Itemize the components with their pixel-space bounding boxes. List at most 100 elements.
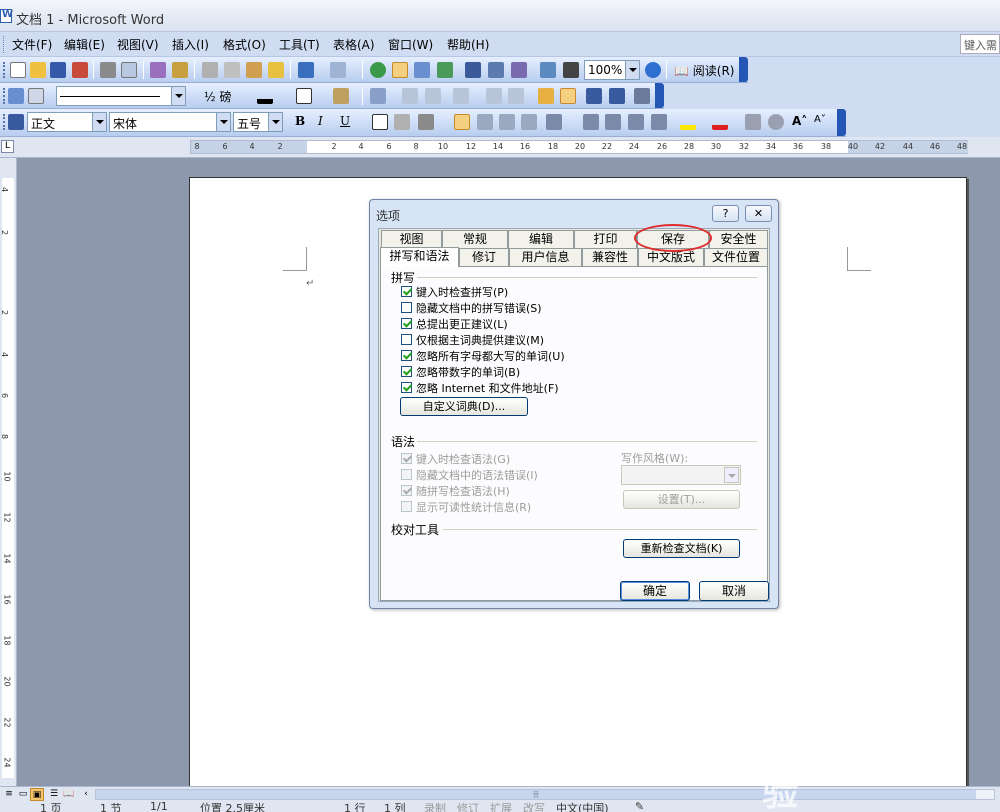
tab-security[interactable]: 安全性 [709,230,768,248]
check-grammar-with-spelling[interactable]: 随拼写检查语法(H) [401,483,510,498]
toolbar-grip[interactable] [3,62,6,78]
format-painter-icon[interactable] [268,62,284,78]
grow-font-icon[interactable]: A˄ [792,114,807,128]
border-color-icon[interactable] [257,88,273,104]
grammar-settings-button[interactable]: 设置(T)... [623,490,740,509]
thumbnails-icon[interactable] [540,62,556,78]
suggest-from-main-dictionary[interactable]: 仅根据主词典提供建议(M) [401,332,544,347]
menu-help[interactable]: 帮助(H) [447,36,489,53]
insert-excel-icon[interactable] [437,62,453,78]
close-icon[interactable]: ✕ [745,205,772,222]
tab-user-info[interactable]: 用户信息 [509,248,582,266]
tab-file-locations[interactable]: 文件位置 [704,248,768,266]
menu-edit[interactable]: 编辑(E) [64,36,105,53]
character-shading-icon[interactable] [394,114,410,130]
chevron-down-icon[interactable] [92,113,106,131]
toolbar-grip[interactable] [3,88,6,104]
outside-border-icon[interactable] [296,88,312,104]
menu-format[interactable]: 格式(O) [223,36,266,53]
line-style-select[interactable] [56,86,186,106]
check-spelling-as-you-type[interactable]: 键入时检查拼写(P) [401,284,508,299]
font-select[interactable]: 宋体 [109,112,231,132]
chevron-down-icon[interactable] [216,113,230,131]
normal-view-icon[interactable]: ≡ [2,788,16,801]
ignore-uppercase-words[interactable]: 忽略所有字母都大写的单词(U) [401,348,565,363]
recheck-document-button[interactable]: 重新检查文档(K) [623,539,740,558]
toolbar-options-icon[interactable] [739,57,748,82]
checkbox[interactable] [401,501,412,512]
research-icon[interactable] [172,62,188,78]
align-justify-icon[interactable] [454,114,470,130]
tab-track-changes[interactable]: 修订 [459,248,509,266]
menu-grip[interactable] [3,36,6,53]
tab-general[interactable]: 常规 [442,230,508,248]
chevron-down-icon[interactable] [625,61,639,79]
autoformat-icon[interactable] [538,88,554,104]
show-readability-statistics[interactable]: 显示可读性统计信息(R) [401,499,531,514]
check-grammar-as-you-type[interactable]: 键入时检查语法(G) [401,451,510,466]
split-cells-icon[interactable] [425,88,441,104]
autosum-icon[interactable] [634,88,650,104]
show-hide-icon[interactable] [563,62,579,78]
eraser-icon[interactable] [28,88,44,104]
menu-file[interactable]: 文件(F) [12,36,52,53]
checkbox[interactable] [401,485,412,496]
align-right-icon[interactable] [499,114,515,130]
spelling-icon[interactable] [150,62,166,78]
status-record[interactable]: 录制 [424,802,446,812]
outline-view-icon[interactable]: ☰ [47,788,61,801]
reading-view-icon[interactable]: 📖 [62,788,76,801]
line-spacing-icon[interactable] [546,114,562,130]
custom-dictionaries-button[interactable]: 自定义词典(D)... [400,397,528,416]
numbering-icon[interactable] [583,114,599,130]
permission-icon[interactable] [72,62,88,78]
align-icon[interactable] [453,88,469,104]
tab-spelling-grammar[interactable]: 拼写和语法 [380,247,459,267]
print-icon[interactable] [100,62,116,78]
decrease-indent-icon[interactable] [628,114,644,130]
ignore-internet-addresses[interactable]: 忽略 Internet 和文件地址(F) [401,380,559,395]
sort-descending-icon[interactable] [609,88,625,104]
tab-selector[interactable]: L [1,140,14,153]
shading-color-icon[interactable] [333,88,349,104]
undo-icon[interactable] [298,62,314,78]
copy-icon[interactable] [224,62,240,78]
shrink-font-icon[interactable]: A˅ [814,114,826,125]
menu-table[interactable]: 表格(A) [333,36,375,53]
bold-icon[interactable]: B [295,114,305,128]
help-icon[interactable] [645,62,661,78]
document-map-icon[interactable] [511,62,527,78]
menu-window[interactable]: 窗口(W) [388,36,433,53]
print-preview-icon[interactable] [121,62,137,78]
italic-icon[interactable]: I [318,114,323,128]
bullets-icon[interactable] [605,114,621,130]
checkbox[interactable] [401,382,412,393]
toolbar-options-icon[interactable] [837,109,846,136]
cancel-button[interactable]: 取消 [699,581,769,601]
enclose-characters-icon[interactable] [768,114,784,130]
toolbar-options-icon[interactable] [655,83,664,108]
underline-icon[interactable]: U [340,114,350,128]
writing-style-select[interactable] [621,465,741,485]
checkbox[interactable] [401,366,412,377]
increase-indent-icon[interactable] [651,114,667,130]
chevron-down-icon[interactable] [724,467,739,483]
drawing-icon[interactable] [488,62,504,78]
cut-icon[interactable] [202,62,218,78]
open-folder-icon[interactable] [30,62,46,78]
hyperlink-icon[interactable] [370,62,386,78]
draw-table-icon[interactable] [8,88,24,104]
hide-grammar-errors[interactable]: 隐藏文档中的语法错误(I) [401,467,538,482]
read-mode-button[interactable]: 📖 阅读(R) [674,62,734,79]
font-size-select[interactable]: 五号 [233,112,283,132]
toolbar-grip[interactable] [3,114,6,130]
status-track[interactable]: 修订 [457,802,479,812]
checkbox[interactable] [401,334,412,345]
ok-button[interactable]: 确定 [620,581,690,601]
checkbox[interactable] [401,286,412,297]
redo-icon[interactable] [330,62,346,78]
checkbox[interactable] [401,453,412,464]
phonetic-guide-icon[interactable] [745,114,761,130]
highlight-icon[interactable] [680,114,696,130]
insert-table-icon[interactable] [370,88,386,104]
